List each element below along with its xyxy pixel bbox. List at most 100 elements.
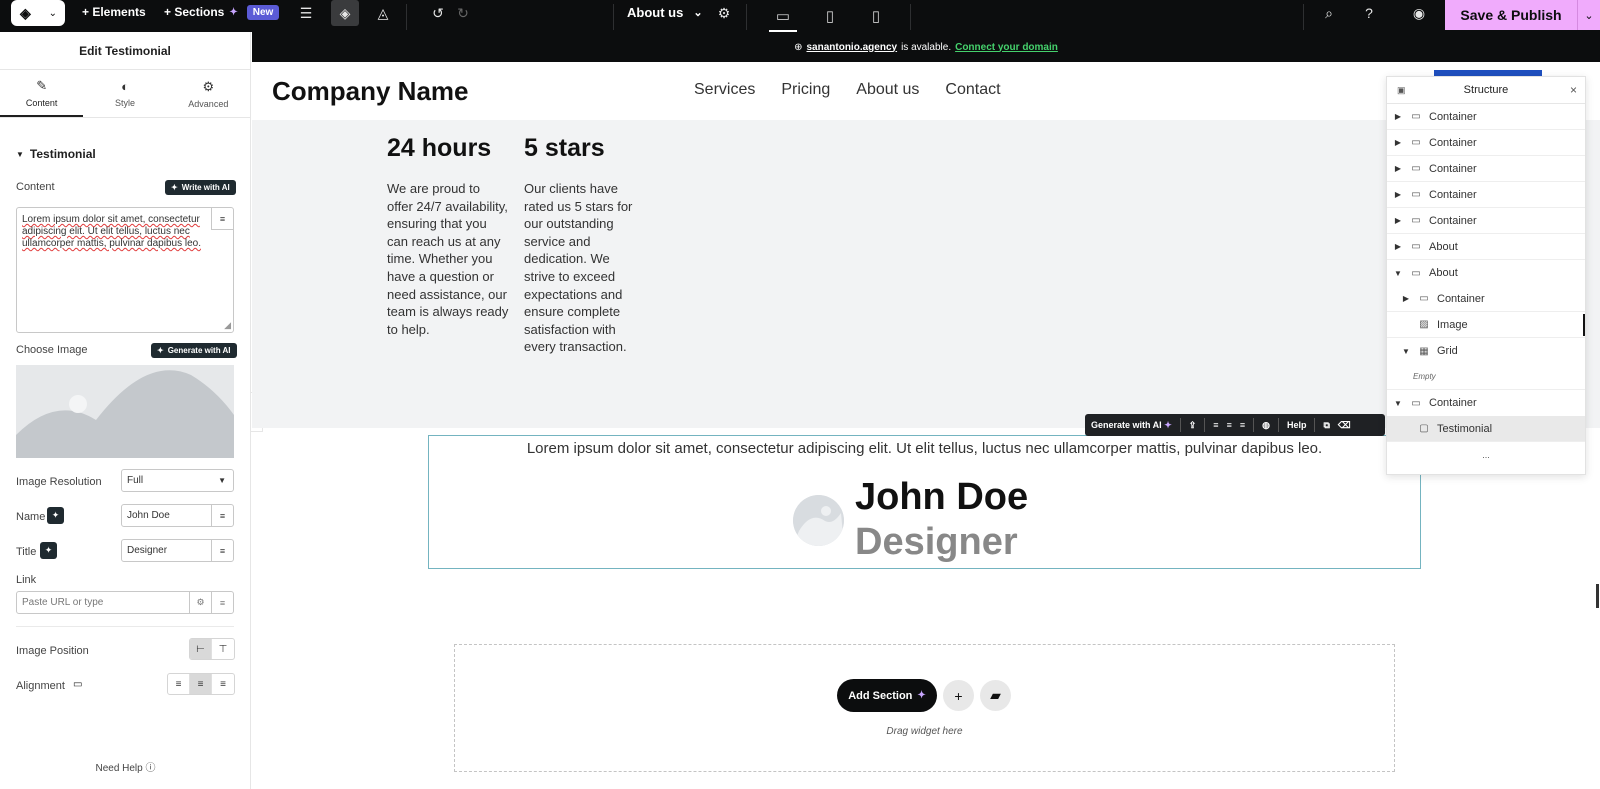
image-position-label: Image Position (16, 645, 89, 657)
preview-eye-icon[interactable]: ◉ (1405, 0, 1433, 26)
ai-sparkle-icon[interactable]: ✦ (47, 507, 64, 524)
generate-ai-toolbar-button[interactable]: Generate with AI ✦ (1091, 420, 1172, 431)
structure-panel: ▣ Structure × ▶ ▭ Container ▶ ▭ Container ▶ ▭… (1386, 76, 1586, 475)
close-icon[interactable]: × (1570, 83, 1577, 97)
alignment-toggle[interactable]: ≡ ≡ ≡ (167, 673, 235, 695)
dynamic-tags-icon[interactable]: ≡ (211, 592, 233, 613)
caret-down-icon: ▼ (1394, 268, 1402, 278)
structure-row-image[interactable]: ▨ Image (1387, 312, 1585, 338)
align-center-icon[interactable]: ≡ (190, 674, 212, 694)
structure-more-dots[interactable]: ... (1387, 450, 1585, 460)
dynamic-tags-icon[interactable]: ≡ (211, 208, 233, 230)
tablet-view-icon[interactable]: ▯ (808, 0, 852, 32)
structure-row-testimonial[interactable]: ▢ Testimonial (1387, 416, 1585, 442)
structure-row-empty: Empty (1387, 364, 1585, 390)
content-textarea[interactable]: Lorem ipsum dolor sit amet, consectetur … (16, 207, 234, 333)
toolbar-divider (406, 4, 407, 30)
upload-icon[interactable]: ⇪ (1189, 420, 1197, 431)
tab-advanced[interactable]: ⚙ Advanced (167, 70, 250, 117)
content-label: Content (16, 181, 55, 193)
elements-button[interactable]: + Elements (82, 0, 146, 24)
desktop-responsive-icon[interactable]: ▭ (73, 679, 82, 690)
name-input[interactable]: John Doe ≡ (121, 504, 234, 527)
generate-with-ai-button[interactable]: ✦ Generate with AI (151, 343, 237, 358)
redo-icon[interactable]: ↻ (449, 0, 477, 26)
structure-row-about[interactable]: ▶ ▭ About (1387, 234, 1585, 260)
image-resolution-select[interactable]: Full ▼ (121, 469, 234, 492)
alignment-label: Alignment (16, 680, 65, 692)
toolbar-help-button[interactable]: Help (1287, 420, 1307, 430)
structure-row-container[interactable]: ▶ ▭ Container (1387, 286, 1585, 312)
scrollbar-thumb[interactable] (1596, 584, 1599, 608)
link-options-gear-icon[interactable]: ⚙ (189, 592, 211, 613)
align-left-icon[interactable]: ≡ (1213, 420, 1218, 430)
sparkle-icon: ✦ (157, 346, 164, 355)
stat-title: 24 hours (387, 134, 492, 162)
mobile-view-icon[interactable]: ▯ (854, 0, 898, 32)
nav-item-pricing[interactable]: Pricing (781, 81, 830, 99)
undo-icon[interactable]: ↺ (424, 0, 452, 26)
dynamic-tags-icon[interactable]: ≡ (211, 505, 233, 526)
structure-title: Structure (1463, 84, 1509, 96)
search-icon[interactable]: ⌕ (1315, 0, 1343, 26)
dynamic-tags-icon[interactable]: ≡ (211, 540, 233, 561)
title-input[interactable]: Designer ≡ (121, 539, 234, 562)
structure-row-container[interactable]: ▶ ▭ Container (1387, 104, 1585, 130)
section-toggle-testimonial[interactable]: ▼ Testimonial (16, 147, 96, 161)
site-settings-icon[interactable]: ☰ (292, 0, 320, 26)
connect-domain-link[interactable]: Connect your domain (955, 42, 1058, 53)
link-input[interactable]: Paste URL or type ⚙ ≡ (16, 591, 234, 614)
align-left-icon[interactable]: ≡ (168, 674, 190, 694)
write-with-ai-button[interactable]: ✦ Write with AI (165, 180, 236, 195)
add-section-button[interactable]: Add Section ✦ (837, 679, 937, 712)
structure-row-grid[interactable]: ▼ ▦ Grid (1387, 338, 1585, 364)
duplicate-icon[interactable]: ⧉ (1323, 420, 1329, 431)
structure-row-container[interactable]: ▶ ▭ Container (1387, 156, 1585, 182)
caret-right-icon: ▶ (1394, 190, 1402, 199)
tab-content[interactable]: ✎ Content (0, 70, 84, 117)
ai-sparkle-icon[interactable]: ✦ (40, 542, 57, 559)
tab-style[interactable]: ◐ Style (83, 70, 166, 117)
desktop-view-icon[interactable]: ▭ (761, 0, 805, 32)
page-settings-gear-icon[interactable]: ⚙ (710, 0, 738, 26)
help-icon[interactable]: ? (1355, 0, 1383, 26)
need-help-link[interactable]: Need Help ⓘ (0, 759, 251, 774)
template-library-folder-icon[interactable]: ▰ (980, 680, 1011, 711)
align-center-icon[interactable]: ≡ (1227, 420, 1232, 430)
theme-style-icon[interactable]: ◬ (369, 0, 397, 26)
position-aside-icon[interactable]: ⊢ (190, 639, 212, 659)
structure-row-container[interactable]: ▼ ▭ Container (1387, 390, 1585, 416)
paint-bucket-icon[interactable]: ◍ (1262, 420, 1270, 431)
structure-row-container[interactable]: ▶ ▭ Container (1387, 182, 1585, 208)
structure-layers-icon[interactable]: ◈ (331, 0, 359, 26)
caret-right-icon: ▶ (1394, 164, 1402, 173)
add-container-plus-icon[interactable]: + (943, 680, 974, 711)
testimonial-quote: Lorem ipsum dolor sit amet, consectetur … (526, 440, 1323, 457)
save-options-chevron-icon[interactable]: ⌄ (1577, 0, 1600, 30)
structure-row-container[interactable]: ▶ ▭ Container (1387, 208, 1585, 234)
site-menu-button[interactable]: ◈ ⌄ (11, 0, 65, 26)
structure-row-about[interactable]: ▼ ▭ About (1387, 260, 1585, 286)
divider (16, 626, 234, 627)
nav-item-about[interactable]: About us (856, 81, 919, 99)
drop-zone[interactable]: Add Section ✦ + ▰ Drag widget here (454, 644, 1395, 772)
nav-item-contact[interactable]: Contact (945, 81, 1000, 99)
align-right-icon[interactable]: ≡ (1240, 420, 1245, 430)
sections-button[interactable]: + Sections ✦ New (164, 0, 280, 24)
position-top-icon[interactable]: ⊤ (212, 639, 234, 659)
save-publish-button[interactable]: Save & Publish (1445, 0, 1577, 30)
align-right-icon[interactable]: ≡ (212, 674, 234, 694)
resize-grip-icon[interactable]: ◢ (224, 320, 231, 331)
image-position-toggle[interactable]: ⊢ ⊤ (189, 638, 235, 660)
domain-name: sanantonio.agency (806, 41, 898, 53)
nav-item-services[interactable]: Services (694, 81, 755, 99)
drag-widget-hint: Drag widget here (886, 726, 963, 737)
choose-image-label: Choose Image (16, 344, 88, 356)
structure-row-container[interactable]: ▶ ▭ Container (1387, 130, 1585, 156)
page-selector[interactable]: About us ⌄ (627, 0, 703, 24)
structure-menu-icon[interactable]: ▣ (1397, 85, 1406, 96)
delete-icon[interactable]: ⌫ (1338, 420, 1351, 431)
testimonial-widget[interactable]: Lorem ipsum dolor sit amet, consectetur … (428, 435, 1421, 569)
image-chooser[interactable] (16, 365, 234, 458)
stat-title: 5 stars (524, 134, 605, 162)
